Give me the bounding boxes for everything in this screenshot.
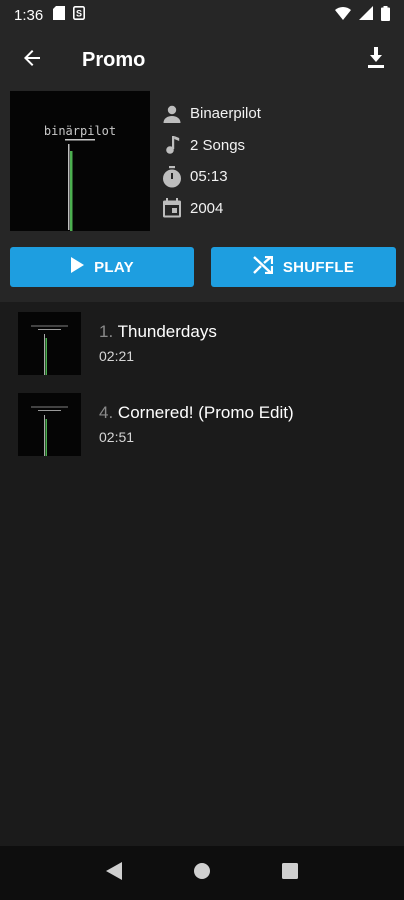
meta-year: 2004 <box>160 193 261 225</box>
track-title-line: 1. Thunderdays <box>99 322 217 342</box>
shuffle-button[interactable]: SHUFFLE <box>211 247 396 287</box>
shuffle-label: SHUFFLE <box>282 258 355 276</box>
svg-text:S: S <box>76 9 82 19</box>
music-note-icon <box>160 133 184 157</box>
app-bar: Promo <box>0 30 404 90</box>
status-time: 1:36 <box>14 6 44 24</box>
play-label: PLAY <box>94 258 134 276</box>
meta-artist: Binaerpilot <box>160 98 261 130</box>
track-title-line: 4. Cornered! (Promo Edit) <box>99 403 294 423</box>
album-header: binärpilot Binaerpilot 2 Songs 05:13 200… <box>0 90 404 302</box>
triangle-back-icon <box>106 861 122 885</box>
circle-home-icon <box>193 862 211 885</box>
play-button[interactable]: PLAY <box>10 247 194 287</box>
album-art: binärpilot <box>10 91 150 231</box>
status-bar: 1:36 S <box>0 0 404 30</box>
system-nav-bar <box>0 846 404 900</box>
track-list: 1. Thunderdays 02:21 4. Cornered! (Promo… <box>0 302 404 464</box>
person-icon <box>160 102 184 126</box>
calendar-icon <box>160 196 184 220</box>
meta-songs: 2 Songs <box>160 130 261 162</box>
track-duration: 02:21 <box>99 348 135 364</box>
track-number: 4. <box>99 403 114 422</box>
track-number: 1. <box>99 322 114 341</box>
track-row[interactable]: 1. Thunderdays 02:21 <box>0 302 404 383</box>
back-button[interactable] <box>0 30 64 90</box>
download-button[interactable] <box>348 30 404 90</box>
album-meta: Binaerpilot 2 Songs 05:13 2004 <box>160 98 261 224</box>
track-row[interactable]: 4. Cornered! (Promo Edit) 02:51 <box>0 383 404 464</box>
arrow-back-icon <box>22 48 42 73</box>
battery-icon <box>381 5 390 25</box>
timer-icon <box>160 165 184 189</box>
nav-home-button[interactable] <box>182 853 222 893</box>
play-icon <box>70 257 94 277</box>
nav-recents-button[interactable] <box>270 853 310 893</box>
sd-card-icon <box>53 6 66 24</box>
meta-duration: 05:13 <box>160 161 261 193</box>
track-thumbnail <box>18 393 81 456</box>
wifi-icon <box>335 6 351 24</box>
album-duration: 05:13 <box>190 168 228 186</box>
track-title: Thunderdays <box>117 322 217 341</box>
download-icon <box>366 46 386 74</box>
track-title: Cornered! (Promo Edit) <box>117 403 294 422</box>
s-notification-icon: S <box>73 6 86 24</box>
track-thumbnail <box>18 312 81 375</box>
artist-name: Binaerpilot <box>190 105 261 123</box>
track-duration: 02:51 <box>99 429 135 445</box>
nav-back-button[interactable] <box>94 853 134 893</box>
album-art-logo-text: binärpilot <box>44 124 116 138</box>
shuffle-icon <box>253 255 283 278</box>
page-title: Promo <box>82 48 146 71</box>
album-year: 2004 <box>190 199 224 217</box>
square-recents-icon <box>282 862 298 884</box>
song-count: 2 Songs <box>190 136 246 154</box>
signal-icon <box>359 6 373 24</box>
